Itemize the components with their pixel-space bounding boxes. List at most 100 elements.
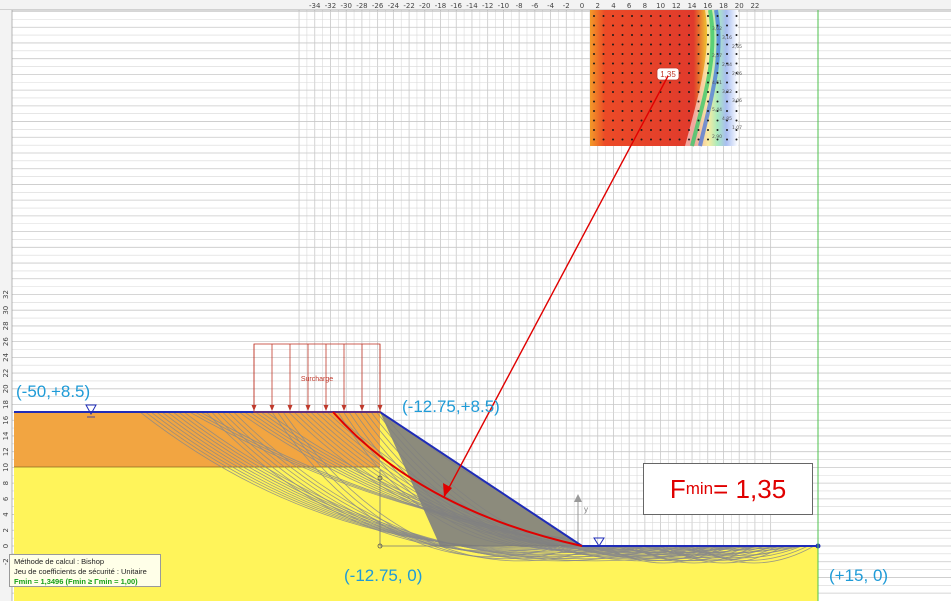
contour-value-label: 3,62: [712, 26, 722, 32]
grid-point: [669, 138, 671, 141]
grid-point: [640, 34, 643, 36]
grid-point: [631, 110, 633, 112]
calculation-info-box: Méthode de calcul : Bishop Jeu de coeffi…: [9, 554, 161, 587]
grid-point: [640, 91, 643, 93]
grid-point: [669, 24, 671, 27]
grid-point: [697, 81, 700, 84]
grid-point: [669, 119, 671, 122]
grid-point: [678, 24, 681, 27]
grid-point: [688, 119, 690, 122]
grid-point: [640, 72, 643, 74]
grid-point: [697, 72, 700, 74]
contour-value-label: 2,34: [722, 62, 732, 68]
x-tick-label: 12: [672, 2, 681, 10]
grid-point: [659, 62, 662, 65]
grid-point: [612, 81, 614, 84]
grid-point: [621, 62, 624, 65]
grid-point: [669, 62, 671, 65]
contour-value-label: 2,26: [732, 71, 742, 77]
y-tick-label: 4: [2, 512, 10, 517]
x-tick-label: -20: [419, 2, 430, 10]
x-tick-label: 14: [688, 2, 697, 10]
y-tick-label: 32: [2, 290, 10, 299]
grid-point: [659, 119, 662, 122]
grid-point: [669, 91, 671, 93]
grid-point: [688, 72, 690, 74]
x-tick-label: -16: [451, 2, 463, 10]
grid-point: [659, 15, 662, 17]
grid-point: [631, 72, 633, 74]
y-tick-label: 14: [2, 431, 10, 440]
x-tick-label: -34: [309, 2, 321, 10]
grid-point: [707, 119, 709, 122]
grid-point: [602, 81, 605, 84]
grid-point: [650, 53, 652, 55]
grid-point: [707, 81, 709, 84]
grid-point: [602, 119, 605, 122]
grid-point: [716, 43, 719, 46]
grid-point: [593, 34, 595, 36]
contour-value-label: 4,51: [712, 80, 722, 86]
contour-value-label: 2,65: [732, 44, 742, 50]
surcharge-arrowhead: [287, 405, 293, 411]
x-tick-label: 18: [719, 2, 728, 10]
x-tick-label: -26: [372, 2, 384, 10]
grid-point: [688, 34, 690, 36]
grid-point: [678, 15, 681, 17]
grid-point: [669, 110, 671, 112]
grid-point: [697, 62, 700, 65]
grid-point: [593, 119, 595, 122]
x-tick-label: -18: [435, 2, 446, 10]
grid-point: [726, 53, 728, 55]
grid-point: [650, 72, 652, 74]
grid-point: [697, 119, 700, 122]
grid-point: [612, 34, 614, 36]
grid-point: [669, 15, 671, 17]
grid-point: [602, 91, 605, 93]
grid-point: [640, 129, 643, 131]
grid-point: [640, 81, 643, 84]
grid-point: [716, 100, 719, 103]
grid-point: [697, 110, 700, 112]
y-tick-label: 2: [2, 528, 10, 532]
grid-point: [735, 24, 738, 27]
surcharge-label: Surcharge: [301, 376, 333, 383]
grid-point: [697, 24, 700, 27]
grid-point: [659, 34, 662, 36]
grid-point: [640, 43, 643, 46]
fmin-value: = 1,35: [713, 473, 787, 504]
x-tick-label: -2: [563, 2, 570, 10]
grid-point: [640, 110, 643, 112]
grid-point: [716, 72, 719, 74]
min-contour-label: 1,35: [660, 70, 676, 79]
grid-point: [650, 129, 652, 131]
surcharge-arrowhead: [377, 405, 383, 411]
y-tick-label: 18: [2, 400, 10, 409]
grid-point: [631, 24, 633, 27]
grid-point: [650, 34, 652, 36]
surcharge-arrowhead: [251, 405, 257, 411]
fmin-prefix: F: [669, 473, 686, 504]
grid-point: [678, 138, 681, 141]
grid-point: [659, 53, 662, 55]
y-tick-label: 28: [2, 321, 10, 330]
grid-point: [678, 81, 681, 84]
grid-point: [688, 110, 690, 112]
grid-point: [621, 110, 624, 112]
grid-point: [688, 100, 690, 103]
grid-point: [602, 138, 605, 141]
grid-point: [602, 129, 605, 131]
y-tick-label: 30: [2, 306, 10, 315]
grid-point: [612, 91, 614, 93]
grid-point: [650, 24, 652, 27]
x-tick-label: -32: [325, 2, 336, 10]
grid-point: [593, 53, 595, 55]
grid-point: [735, 34, 738, 36]
grid-point: [707, 62, 709, 65]
grid-point: [669, 34, 671, 36]
grid-point: [593, 129, 595, 131]
x-tick-label: 2: [595, 2, 599, 10]
grid-point: [602, 62, 605, 65]
x-tick-label: 16: [703, 2, 712, 10]
grid-point: [612, 110, 614, 112]
